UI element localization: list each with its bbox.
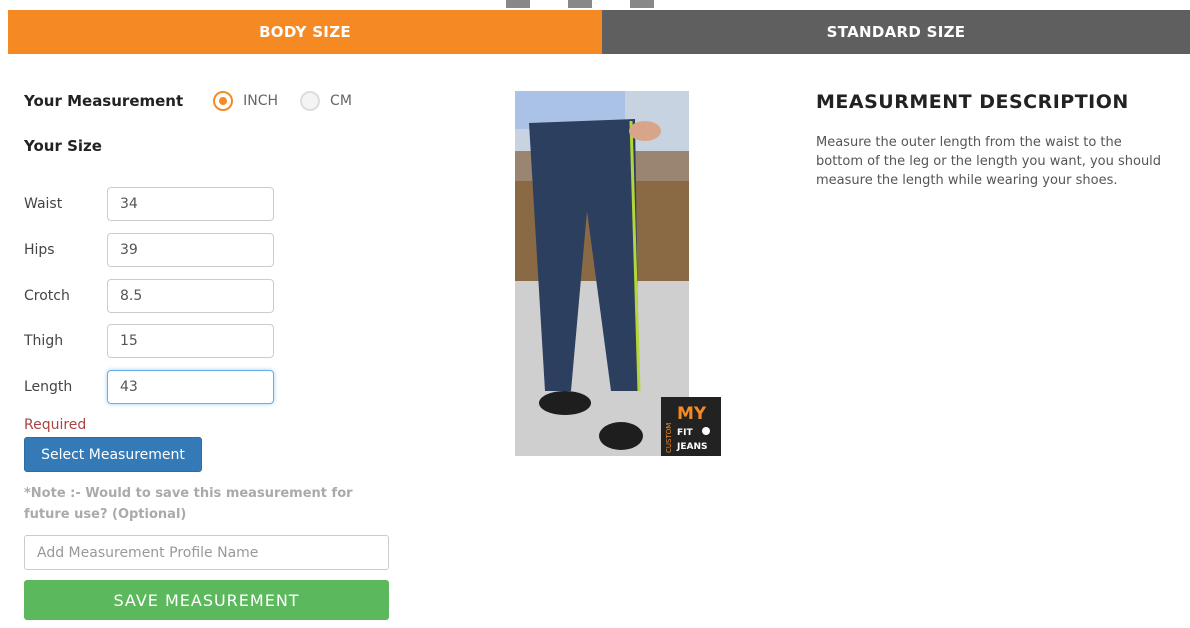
save-measurement-button[interactable]: SAVE MEASUREMENT (24, 580, 389, 620)
length-label: Length (24, 379, 73, 395)
crotch-row: Crotch (24, 279, 274, 313)
tab-body-size[interactable]: BODY SIZE (8, 10, 602, 54)
top-edge-marks (506, 0, 654, 10)
logo-dot (702, 427, 710, 435)
description-text: Measure the outer length from the waist … (816, 135, 1162, 188)
length-row: Length (24, 370, 274, 404)
logo-fit: FIT (677, 428, 693, 438)
radio-cm-indicator[interactable] (300, 91, 321, 111)
thigh-label: Thigh (24, 333, 64, 349)
waist-input[interactable] (107, 187, 274, 221)
logo-my: MY (677, 404, 707, 424)
hips-row: Hips (24, 233, 274, 267)
radio-inch-label: INCH (243, 93, 279, 109)
crotch-label: Crotch (24, 288, 70, 304)
waist-row: Waist (24, 187, 274, 221)
top-mark (630, 0, 654, 8)
size-tabs: BODY SIZE STANDARD SIZE (8, 10, 1190, 54)
logo-custom: CUSTOM (665, 423, 673, 453)
top-mark (568, 0, 592, 8)
measurement-title: Your Measurement (24, 92, 184, 110)
top-mark (506, 0, 530, 8)
length-input[interactable] (107, 370, 274, 404)
hips-input[interactable] (107, 233, 274, 267)
required-message: Required (24, 417, 87, 433)
right-shoe (599, 422, 643, 450)
radio-inch-indicator[interactable] (213, 91, 234, 111)
profile-name-input[interactable] (24, 535, 389, 570)
measurement-unit-row: Your Measurement INCH CM (24, 91, 374, 111)
hips-label: Hips (24, 242, 55, 258)
hand (629, 121, 661, 141)
size-title: Your Size (24, 137, 102, 155)
description-title: MEASURMENT DESCRIPTION (816, 91, 1129, 113)
radio-cm-label: CM (330, 93, 352, 109)
radio-cm[interactable]: CM (300, 91, 352, 111)
crotch-input[interactable] (107, 279, 274, 313)
custom-my-fit-jeans-logo: CUSTOM MY FIT JEANS (661, 397, 721, 456)
tab-standard-size[interactable]: STANDARD SIZE (602, 10, 1190, 54)
logo-jeans: JEANS (676, 442, 707, 452)
select-measurement-button[interactable]: Select Measurement (24, 437, 202, 472)
thigh-input[interactable] (107, 324, 274, 358)
left-shoe (539, 391, 591, 415)
measurement-photo: CUSTOM MY FIT JEANS (515, 91, 721, 456)
waist-label: Waist (24, 196, 63, 212)
thigh-row: Thigh (24, 324, 274, 358)
save-note: *Note :- Would to save this measurement … (24, 486, 353, 522)
radio-inch[interactable]: INCH (213, 91, 278, 111)
